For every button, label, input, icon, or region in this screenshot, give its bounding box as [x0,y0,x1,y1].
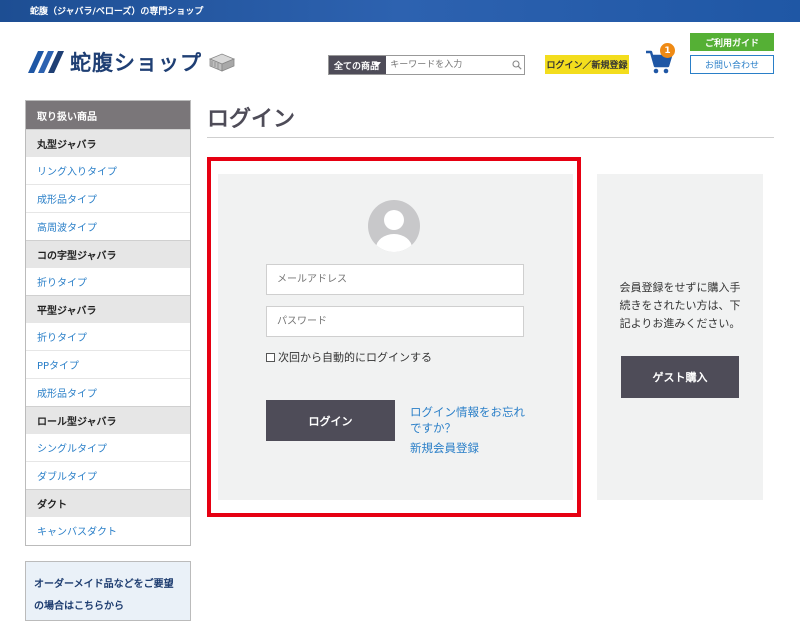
remember-label: 次回から自動的にログインする [278,351,432,364]
guide-button[interactable]: ご利用ガイド [690,33,774,51]
sidebar-item-double-type[interactable]: ダブルタイプ [26,461,190,489]
custom-order-banner[interactable]: オーダーメイド品などをご要望 の場合はこちらから [25,561,191,621]
register-link[interactable]: 新規会員登録 [410,440,479,456]
login-register-button[interactable]: ログイン／新規登録 [545,55,629,74]
guest-panel [597,174,763,500]
sidebar-item-folded-type[interactable]: 折りタイプ [26,322,190,350]
guest-purchase-button[interactable]: ゲスト購入 [621,356,739,398]
search-bar: 全ての商品 [328,55,525,75]
page-title: ログイン [207,107,296,132]
sidebar-category-u-shape-bellows[interactable]: コの字型ジャバラ [26,240,190,267]
logo-mark-icon [28,51,64,73]
bellows-product-icon [208,53,236,72]
email-field[interactable] [266,264,524,295]
sidebar-category-duct[interactable]: ダクト [26,489,190,516]
site-tagline: 蛇腹（ジャバラ/ベローズ）の専門ショップ [30,7,204,17]
top-banner: 蛇腹（ジャバラ/ベローズ）の専門ショップ [0,0,800,22]
search-category-select[interactable]: 全ての商品 [329,56,387,74]
forgot-login-link[interactable]: ログイン情報をお忘れですか？ [410,404,530,436]
cart-count-badge: 1 [660,43,675,58]
password-field[interactable] [266,306,524,337]
title-divider [207,137,774,138]
sidebar-item-high-frequency-type[interactable]: 高周波タイプ [26,212,190,240]
sidebar-item-pp-type[interactable]: PPタイプ [26,350,190,378]
site-logo[interactable]: 蛇腹ショップ [26,46,236,78]
sidebar-item-folded-type[interactable]: 折りタイプ [26,267,190,295]
sidebar-item-molded-type[interactable]: 成形品タイプ [26,378,190,406]
contact-button[interactable]: お問い合わせ [690,55,774,74]
guest-description: 会員登録をせずに購入手続きをされたい方は、下記よりお進みください。 [619,281,741,330]
logo-text: 蛇腹ショップ [70,51,202,75]
sidebar-item-ring-type[interactable]: リング入りタイプ [26,156,190,184]
sidebar-category-flat-bellows[interactable]: 平型ジャバラ [26,295,190,322]
product-sidebar: 取り扱い商品 丸型ジャバラ リング入りタイプ 成形品タイプ 高周波タイプ コの字… [25,100,191,546]
sidebar-category-round-bellows[interactable]: 丸型ジャバラ [26,129,190,156]
sidebar-category-roll-bellows[interactable]: ロール型ジャバラ [26,406,190,433]
user-avatar-icon [368,200,420,252]
search-icon [512,60,522,70]
sidebar-item-molded-type[interactable]: 成形品タイプ [26,184,190,212]
sidebar-item-single-type[interactable]: シングルタイプ [26,433,190,461]
search-input[interactable] [386,56,511,74]
login-button[interactable]: ログイン [266,400,395,441]
sidebar-item-canvas-duct[interactable]: キャンバスダクト [26,516,190,544]
chevron-down-icon [373,62,382,67]
sidebar-heading: 取り扱い商品 [26,101,190,129]
custom-order-line-2: の場合はこちらから [34,601,124,612]
remember-checkbox[interactable] [266,352,275,362]
remember-me[interactable]: 次回から自動的にログインする [266,349,432,365]
custom-order-line-1: オーダーメイド品などをご要望 [34,579,174,590]
search-button[interactable] [510,56,524,74]
